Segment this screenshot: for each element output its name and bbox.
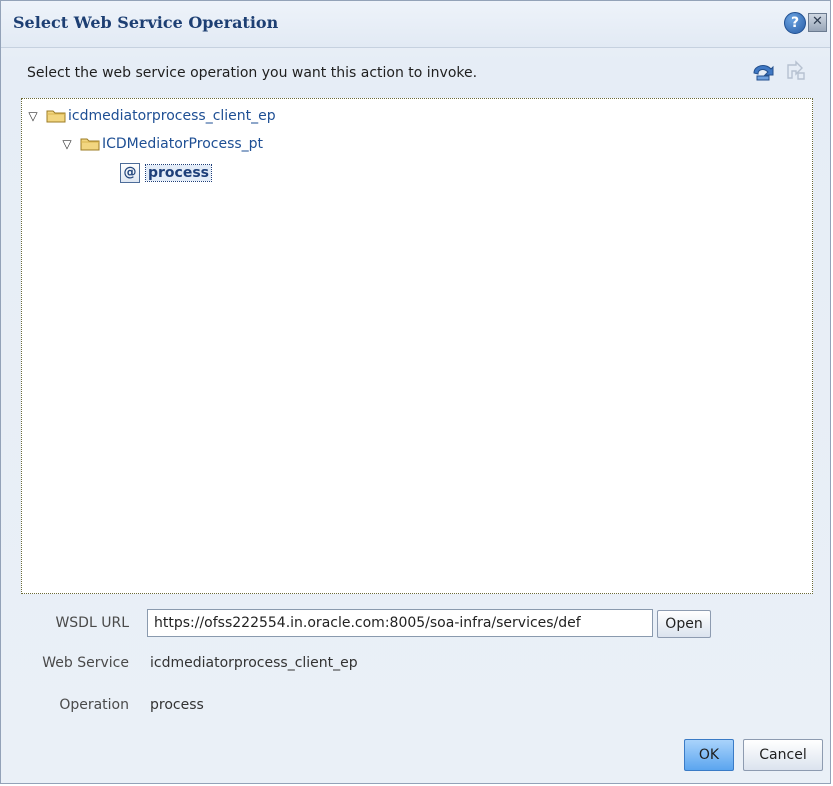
- close-icon[interactable]: ✕: [808, 13, 827, 32]
- wsdl-url-label: WSDL URL: [55, 615, 129, 631]
- cancel-button[interactable]: Cancel: [743, 739, 823, 771]
- tree-node-port[interactable]: ▽ ICDMediatorProcess_pt: [60, 133, 263, 155]
- dialog-title: Select Web Service Operation: [13, 13, 279, 32]
- folder-icon: [46, 110, 66, 123]
- operation-label: Operation: [59, 697, 129, 713]
- redo-icon: [787, 60, 805, 80]
- help-icon[interactable]: ?: [784, 12, 806, 34]
- ok-button[interactable]: OK: [684, 739, 734, 771]
- expand-toggle-icon[interactable]: ▽: [60, 137, 74, 151]
- operation-value: process: [150, 697, 204, 713]
- tree-node-client-ep[interactable]: ▽ icdmediatorprocess_client_ep: [26, 105, 276, 127]
- tree-node-label[interactable]: icdmediatorprocess_client_ep: [68, 108, 276, 124]
- tree-node-operation[interactable]: @ process: [120, 162, 213, 184]
- operation-tree: ▽ icdmediatorprocess_client_ep ▽ ICDMedi…: [21, 98, 813, 594]
- folder-icon: [80, 138, 100, 151]
- wsdl-url-input[interactable]: [147, 609, 653, 637]
- undo-icon[interactable]: [750, 59, 776, 83]
- dialog-titlebar: Select Web Service Operation ? ✕: [1, 1, 830, 48]
- tree-node-label-selected[interactable]: process: [144, 164, 213, 182]
- expand-toggle-icon[interactable]: ▽: [26, 109, 40, 123]
- web-service-value: icdmediatorprocess_client_ep: [150, 655, 358, 671]
- web-service-label: Web Service: [42, 655, 129, 671]
- operation-icon: @: [120, 163, 140, 183]
- tree-node-label[interactable]: ICDMediatorProcess_pt: [102, 136, 263, 152]
- select-web-service-operation-dialog: Select Web Service Operation ? ✕ Select …: [0, 0, 831, 784]
- open-button[interactable]: Open: [657, 610, 711, 638]
- instruction-text: Select the web service operation you wan…: [27, 65, 478, 81]
